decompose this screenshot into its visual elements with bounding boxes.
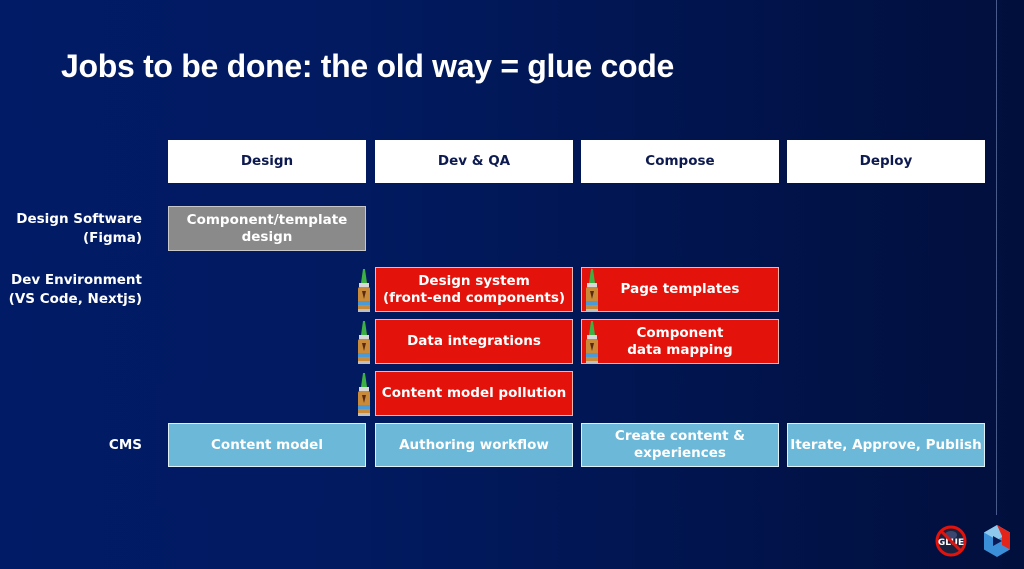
no-glue-logo-icon: GLUE xyxy=(934,524,968,558)
cell-create-content: Create content & experiences xyxy=(581,423,779,467)
glue-bottle-icon xyxy=(357,269,371,313)
cell-page-templates: Page templates xyxy=(581,267,779,312)
cell-authoring-workflow: Authoring workflow xyxy=(375,423,573,467)
cell-content-model-pollution: Content model pollution xyxy=(375,371,573,416)
cell-design-system: Design system (front-end components) xyxy=(375,267,573,312)
row-label-line: Design Software xyxy=(16,211,142,227)
cell-text: Create content & experiences xyxy=(614,428,746,461)
row-label-design-software: Design Software (Figma) xyxy=(16,210,142,248)
cell-text: Component/template design xyxy=(186,211,348,245)
row-label-cms: CMS xyxy=(109,436,142,455)
cell-text-line: (front-end components) xyxy=(382,289,566,306)
slide-title: Jobs to be done: the old way = glue code xyxy=(61,48,674,84)
brand-hexagon-logo-icon xyxy=(982,524,1012,558)
row-label-line: Dev Environment xyxy=(11,272,142,288)
cell-text-line: Design system xyxy=(418,272,530,289)
glue-bottle-icon xyxy=(585,321,599,365)
cell-component-data-mapping: Component data mapping xyxy=(581,319,779,364)
cell-content-model: Content model xyxy=(168,423,366,467)
row-label-line: (VS Code, Nextjs) xyxy=(8,291,142,307)
cell-text: Design system (front-end components) xyxy=(383,273,565,307)
column-header-design: Design xyxy=(168,140,366,183)
cell-text: Component data mapping xyxy=(627,324,733,358)
row-label-line: CMS xyxy=(108,437,142,453)
cell-component-template-design: Component/template design xyxy=(168,206,366,251)
cell-data-integrations: Data integrations xyxy=(375,319,573,364)
cell-iterate-approve-publish: Iterate, Approve, Publish xyxy=(787,423,985,467)
row-label-line: (Figma) xyxy=(82,230,142,246)
row-label-dev-environment: Dev Environment (VS Code, Nextjs) xyxy=(9,271,142,309)
column-header-compose: Compose xyxy=(581,140,779,183)
column-header-dev-qa: Dev & QA xyxy=(375,140,573,183)
column-header-deploy: Deploy xyxy=(787,140,985,183)
glue-bottle-icon xyxy=(357,321,371,365)
glue-bottle-icon xyxy=(585,269,599,313)
glue-bottle-icon xyxy=(357,373,371,417)
vertical-divider xyxy=(996,0,997,515)
